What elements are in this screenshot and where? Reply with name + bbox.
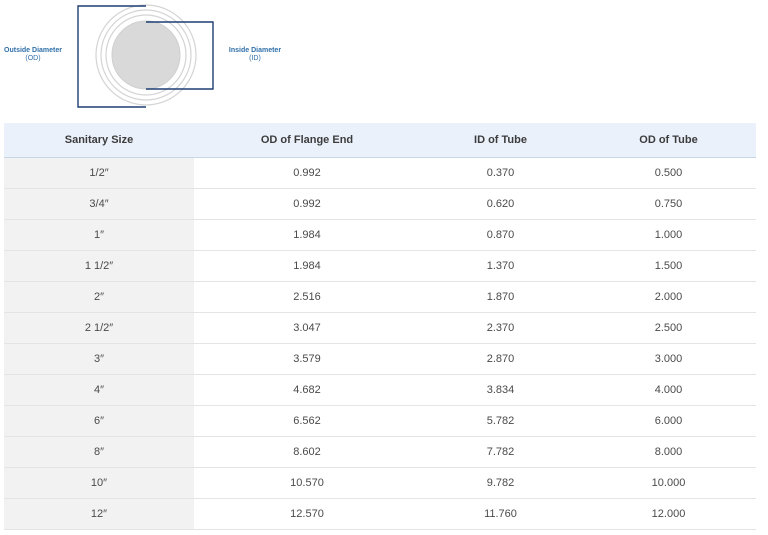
cell-sanitary-size: 2 1/2″ — [4, 312, 194, 344]
cell-id-tube: 0.370 — [420, 157, 581, 189]
table-row: 4″ 4.682 3.834 4.000 — [4, 374, 756, 406]
cell-od-tube: 6.000 — [581, 405, 756, 437]
cell-sanitary-size: 6″ — [4, 405, 194, 437]
cell-sanitary-size: 12″ — [4, 498, 194, 530]
dimension-table-container: Sanitary Size OD of Flange End ID of Tub… — [4, 123, 756, 530]
cell-sanitary-size: 2″ — [4, 281, 194, 313]
outside-diameter-label: Outside Diameter (OD) — [0, 47, 66, 63]
cell-sanitary-size: 1 1/2″ — [4, 250, 194, 282]
table-body: 1/2″ 0.992 0.370 0.500 3/4″ 0.992 0.620 … — [4, 157, 756, 530]
table-row: 8″ 8.602 7.782 8.000 — [4, 436, 756, 468]
cell-od-flange-end: 0.992 — [194, 188, 420, 220]
cell-id-tube: 2.370 — [420, 312, 581, 344]
header-od-tube: OD of Tube — [581, 123, 756, 158]
cell-id-tube: 0.870 — [420, 219, 581, 251]
cell-id-tube: 5.782 — [420, 405, 581, 437]
cell-od-flange-end: 3.579 — [194, 343, 420, 375]
cell-od-flange-end: 8.602 — [194, 436, 420, 468]
table-row: 3″ 3.579 2.870 3.000 — [4, 343, 756, 375]
header-id-tube: ID of Tube — [420, 123, 581, 158]
dimension-table: Sanitary Size OD of Flange End ID of Tub… — [4, 123, 756, 530]
table-row: 1″ 1.984 0.870 1.000 — [4, 219, 756, 251]
cell-id-tube: 7.782 — [420, 436, 581, 468]
table-row: 3/4″ 0.992 0.620 0.750 — [4, 188, 756, 220]
inside-diameter-label: Inside Diameter (ID) — [222, 47, 288, 63]
header-sanitary-size: Sanitary Size — [4, 123, 194, 158]
cell-id-tube: 1.370 — [420, 250, 581, 282]
cell-od-tube: 2.500 — [581, 312, 756, 344]
cell-od-flange-end: 4.682 — [194, 374, 420, 406]
table-row: 10″ 10.570 9.782 10.000 — [4, 467, 756, 499]
cell-sanitary-size: 1″ — [4, 219, 194, 251]
table-row: 2 1/2″ 3.047 2.370 2.500 — [4, 312, 756, 344]
table-row: 1 1/2″ 1.984 1.370 1.500 — [4, 250, 756, 282]
od-abbr-text: (OD) — [25, 55, 41, 62]
cell-od-flange-end: 1.984 — [194, 219, 420, 251]
cell-sanitary-size: 8″ — [4, 436, 194, 468]
cell-od-tube: 12.000 — [581, 498, 756, 530]
table-row: 2″ 2.516 1.870 2.000 — [4, 281, 756, 313]
table-row: 12″ 12.570 11.760 12.000 — [4, 498, 756, 530]
header-od-flange-end: OD of Flange End — [194, 123, 420, 158]
table-row: 1/2″ 0.992 0.370 0.500 — [4, 157, 756, 189]
cell-sanitary-size: 4″ — [4, 374, 194, 406]
cell-id-tube: 11.760 — [420, 498, 581, 530]
id-abbr-text: (ID) — [249, 55, 261, 62]
cell-od-flange-end: 10.570 — [194, 467, 420, 499]
flange-diagram: Outside Diameter (OD) Inside Diameter (I… — [0, 0, 300, 115]
cell-od-flange-end: 0.992 — [194, 157, 420, 189]
cell-sanitary-size: 1/2″ — [4, 157, 194, 189]
cell-od-flange-end: 12.570 — [194, 498, 420, 530]
cell-id-tube: 0.620 — [420, 188, 581, 220]
tube-bore — [111, 20, 181, 90]
table-header: Sanitary Size OD of Flange End ID of Tub… — [4, 123, 756, 158]
cell-id-tube: 9.782 — [420, 467, 581, 499]
cell-od-tube: 8.000 — [581, 436, 756, 468]
header-row: Sanitary Size OD of Flange End ID of Tub… — [4, 123, 756, 158]
cell-od-tube: 3.000 — [581, 343, 756, 375]
cell-od-tube: 1.500 — [581, 250, 756, 282]
cell-od-tube: 2.000 — [581, 281, 756, 313]
cell-sanitary-size: 3″ — [4, 343, 194, 375]
id-label-text: Inside Diameter — [228, 47, 282, 54]
cell-od-tube: 1.000 — [581, 219, 756, 251]
cell-od-tube: 4.000 — [581, 374, 756, 406]
cell-id-tube: 1.870 — [420, 281, 581, 313]
cell-od-flange-end: 2.516 — [194, 281, 420, 313]
cell-od-tube: 10.000 — [581, 467, 756, 499]
od-label-text: Outside Diameter — [4, 47, 62, 54]
cell-id-tube: 3.834 — [420, 374, 581, 406]
cell-od-flange-end: 1.984 — [194, 250, 420, 282]
cell-sanitary-size: 3/4″ — [4, 188, 194, 220]
table-row: 6″ 6.562 5.782 6.000 — [4, 405, 756, 437]
cell-od-tube: 0.750 — [581, 188, 756, 220]
cell-od-flange-end: 6.562 — [194, 405, 420, 437]
cell-id-tube: 2.870 — [420, 343, 581, 375]
cell-od-tube: 0.500 — [581, 157, 756, 189]
cell-od-flange-end: 3.047 — [194, 312, 420, 344]
cell-sanitary-size: 10″ — [4, 467, 194, 499]
